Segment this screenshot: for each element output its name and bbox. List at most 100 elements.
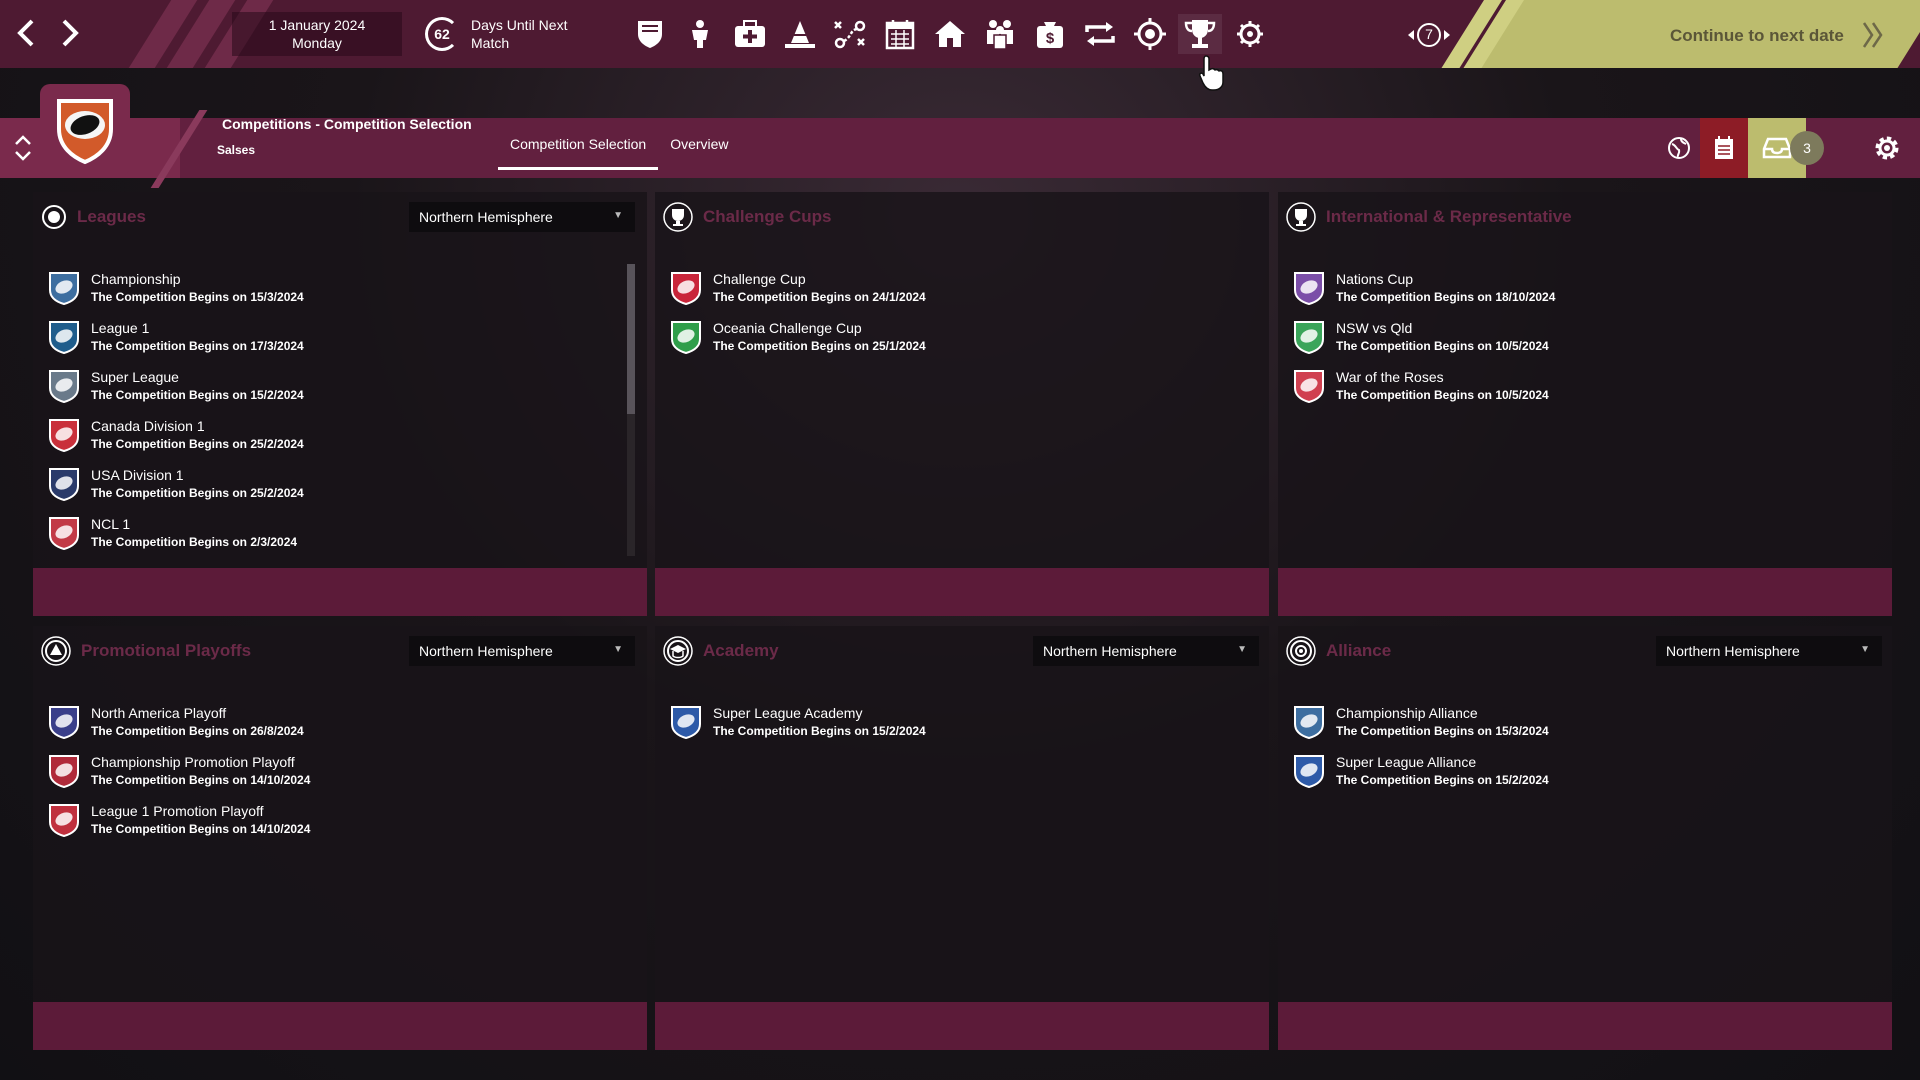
- leagues-scrollbar[interactable]: [627, 264, 635, 556]
- finance-icon[interactable]: $: [1028, 14, 1072, 54]
- competition-item[interactable]: Oceania Challenge Cup The Competition Beg…: [669, 319, 926, 368]
- chevron-down-icon: ▼: [613, 210, 623, 221]
- leagues-title: Leagues: [77, 207, 146, 226]
- competition-item[interactable]: League 1 The Competition Begins on 17/3/2…: [47, 319, 304, 368]
- competition-item[interactable]: Super League The Competition Begins on 15…: [47, 368, 304, 417]
- scouting-icon[interactable]: [1128, 14, 1172, 54]
- competition-name: North America Playoff: [91, 705, 227, 721]
- playoffs-region-dropdown[interactable]: Northern Hemisphere ▼: [409, 636, 635, 666]
- competition-start-date: The Competition Begins on 17/3/2024: [91, 339, 304, 353]
- continue-chevron-icon[interactable]: [1860, 20, 1886, 57]
- club-badge[interactable]: [40, 84, 130, 176]
- competition-item[interactable]: War of the Roses The Competition Begins o…: [1292, 368, 1555, 417]
- competition-item[interactable]: League 1 Promotion Playoff The Competitio…: [47, 802, 310, 851]
- challenge-cups-header: Challenge Cups: [663, 202, 831, 232]
- competition-logo-icon: [49, 755, 79, 789]
- international-header: International & Representative: [1286, 202, 1572, 232]
- alliance-region-dropdown[interactable]: Northern Hemisphere ▼: [1656, 636, 1882, 666]
- competition-start-date: The Competition Begins on 25/2/2024: [91, 437, 304, 451]
- academy-region-dropdown[interactable]: Northern Hemisphere ▼: [1033, 636, 1259, 666]
- tab-competition-selection[interactable]: Competition Selection: [498, 118, 659, 170]
- competition-start-date: The Competition Begins on 14/10/2024: [91, 822, 311, 836]
- competition-start-date: The Competition Begins on 15/2/2024: [91, 388, 304, 402]
- competition-item[interactable]: USA Division 1 The Competition Begins on …: [47, 466, 304, 515]
- leagues-region-dropdown[interactable]: Northern Hemisphere ▼: [409, 202, 635, 232]
- competition-name: Super League Academy: [713, 705, 863, 721]
- competition-logo-icon: [49, 804, 79, 838]
- tab-overview[interactable]: Overview: [658, 118, 740, 170]
- competition-logo-icon: [1294, 755, 1324, 789]
- globe-icon[interactable]: [1658, 127, 1700, 169]
- svg-text:$: $: [1046, 30, 1055, 47]
- forward-arrow-icon[interactable]: [50, 12, 90, 54]
- playoffs-header: Promotional Playoffs: [41, 636, 251, 666]
- competition-item[interactable]: Canada Division 1 The Competition Begins …: [47, 417, 304, 466]
- competition-name: Super League Alliance: [1336, 754, 1477, 770]
- competition-start-date: The Competition Begins on 15/2/2024: [1336, 773, 1549, 787]
- continue-button[interactable]: Continue to next date: [1670, 26, 1844, 46]
- date-text: 1 January 2024: [268, 17, 366, 33]
- competition-name: Championship Promotion Playoff: [91, 754, 295, 770]
- competition-logo-icon: [49, 468, 79, 502]
- scroll-updown-icon[interactable]: [10, 130, 36, 166]
- competition-item[interactable]: North America Playoff The Competition Beg…: [47, 704, 310, 753]
- tactics-icon[interactable]: [828, 14, 872, 54]
- team-icon[interactable]: [678, 14, 722, 54]
- alliance-panel: Alliance Northern Hemisphere ▼ Champions…: [1278, 626, 1892, 1050]
- notes-tab[interactable]: [1700, 118, 1748, 178]
- competition-item[interactable]: Super League Academy The Competition Begi…: [669, 704, 926, 753]
- competition-start-date: The Competition Begins on 25/1/2024: [713, 339, 926, 353]
- leagues-panel: Leagues Northern Hemisphere ▼ Championsh…: [33, 192, 647, 616]
- history-count: 7: [1425, 26, 1433, 42]
- competition-item[interactable]: NCL 1 The Competition Begins on 2/3/2024: [47, 515, 304, 564]
- calendar-icon[interactable]: [878, 14, 922, 54]
- competition-item[interactable]: Super League Alliance The Competition Beg…: [1292, 753, 1549, 802]
- competition-name: NCL 1: [91, 516, 131, 532]
- competition-item[interactable]: Championship Promotion Playoff The Compet…: [47, 753, 310, 802]
- international-panel: International & Representative Nations C…: [1278, 192, 1892, 616]
- competition-logo-icon: [1294, 706, 1324, 740]
- competition-name: War of the Roses: [1336, 369, 1444, 385]
- dropdown-value: Northern Hemisphere: [419, 209, 553, 225]
- trophy-icon: [1286, 202, 1316, 232]
- settings-gear-icon[interactable]: [1864, 125, 1910, 171]
- competition-start-date: The Competition Begins on 14/10/2024: [91, 773, 311, 787]
- transfers-icon[interactable]: [1078, 14, 1122, 54]
- international-list: Nations Cup The Competition Begins on 18/…: [1292, 270, 1555, 417]
- challenge-cups-footer: [655, 568, 1269, 616]
- staff-icon[interactable]: [978, 14, 1022, 54]
- trophy-icon[interactable]: [1178, 14, 1222, 54]
- training-cone-icon[interactable]: [778, 14, 822, 54]
- competition-name: Championship: [91, 271, 181, 287]
- dropdown-value: Northern Hemisphere: [419, 643, 553, 659]
- playoffs-list: North America Playoff The Competition Beg…: [47, 704, 310, 851]
- competition-name: USA Division 1: [91, 467, 184, 483]
- current-date[interactable]: 1 January 2024 Monday: [232, 12, 402, 56]
- competition-start-date: The Competition Begins on 15/3/2024: [91, 290, 304, 304]
- alliance-list: Championship Alliance The Competition Beg…: [1292, 704, 1549, 802]
- days-until-match: 62 Days Until Next Match: [425, 12, 591, 56]
- home-icon[interactable]: [928, 14, 972, 54]
- competition-start-date: The Competition Begins on 24/1/2024: [713, 290, 926, 304]
- club-shield-icon[interactable]: [628, 14, 672, 54]
- competition-item[interactable]: Challenge Cup The Competition Begins on 2…: [669, 270, 926, 319]
- medical-icon[interactable]: [728, 14, 772, 54]
- competition-item[interactable]: Championship Alliance The Competition Beg…: [1292, 704, 1549, 753]
- competition-item[interactable]: Championship The Competition Begins on 15…: [47, 270, 304, 319]
- days-count: 62: [425, 17, 459, 51]
- back-history-button[interactable]: 7: [1406, 20, 1452, 50]
- competition-item[interactable]: Nations Cup The Competition Begins on 18/…: [1292, 270, 1555, 319]
- alliance-icon: [1286, 636, 1316, 666]
- competition-start-date: The Competition Begins on 2/3/2024: [91, 535, 298, 549]
- chevron-down-icon: ▼: [1237, 644, 1247, 655]
- leagues-icon: [42, 205, 66, 229]
- academy-title: Academy: [703, 641, 779, 660]
- back-arrow-icon[interactable]: [6, 12, 46, 54]
- academy-header: Academy: [663, 636, 779, 666]
- settings-people-icon[interactable]: [1228, 14, 1272, 54]
- competition-name: League 1: [91, 320, 150, 336]
- leagues-list: Championship The Competition Begins on 15…: [47, 270, 304, 564]
- tab-bar: Competition Selection Overview: [498, 118, 741, 170]
- leagues-header: Leagues: [41, 202, 146, 232]
- competition-item[interactable]: NSW vs Qld The Competition Begins on 10/5…: [1292, 319, 1555, 368]
